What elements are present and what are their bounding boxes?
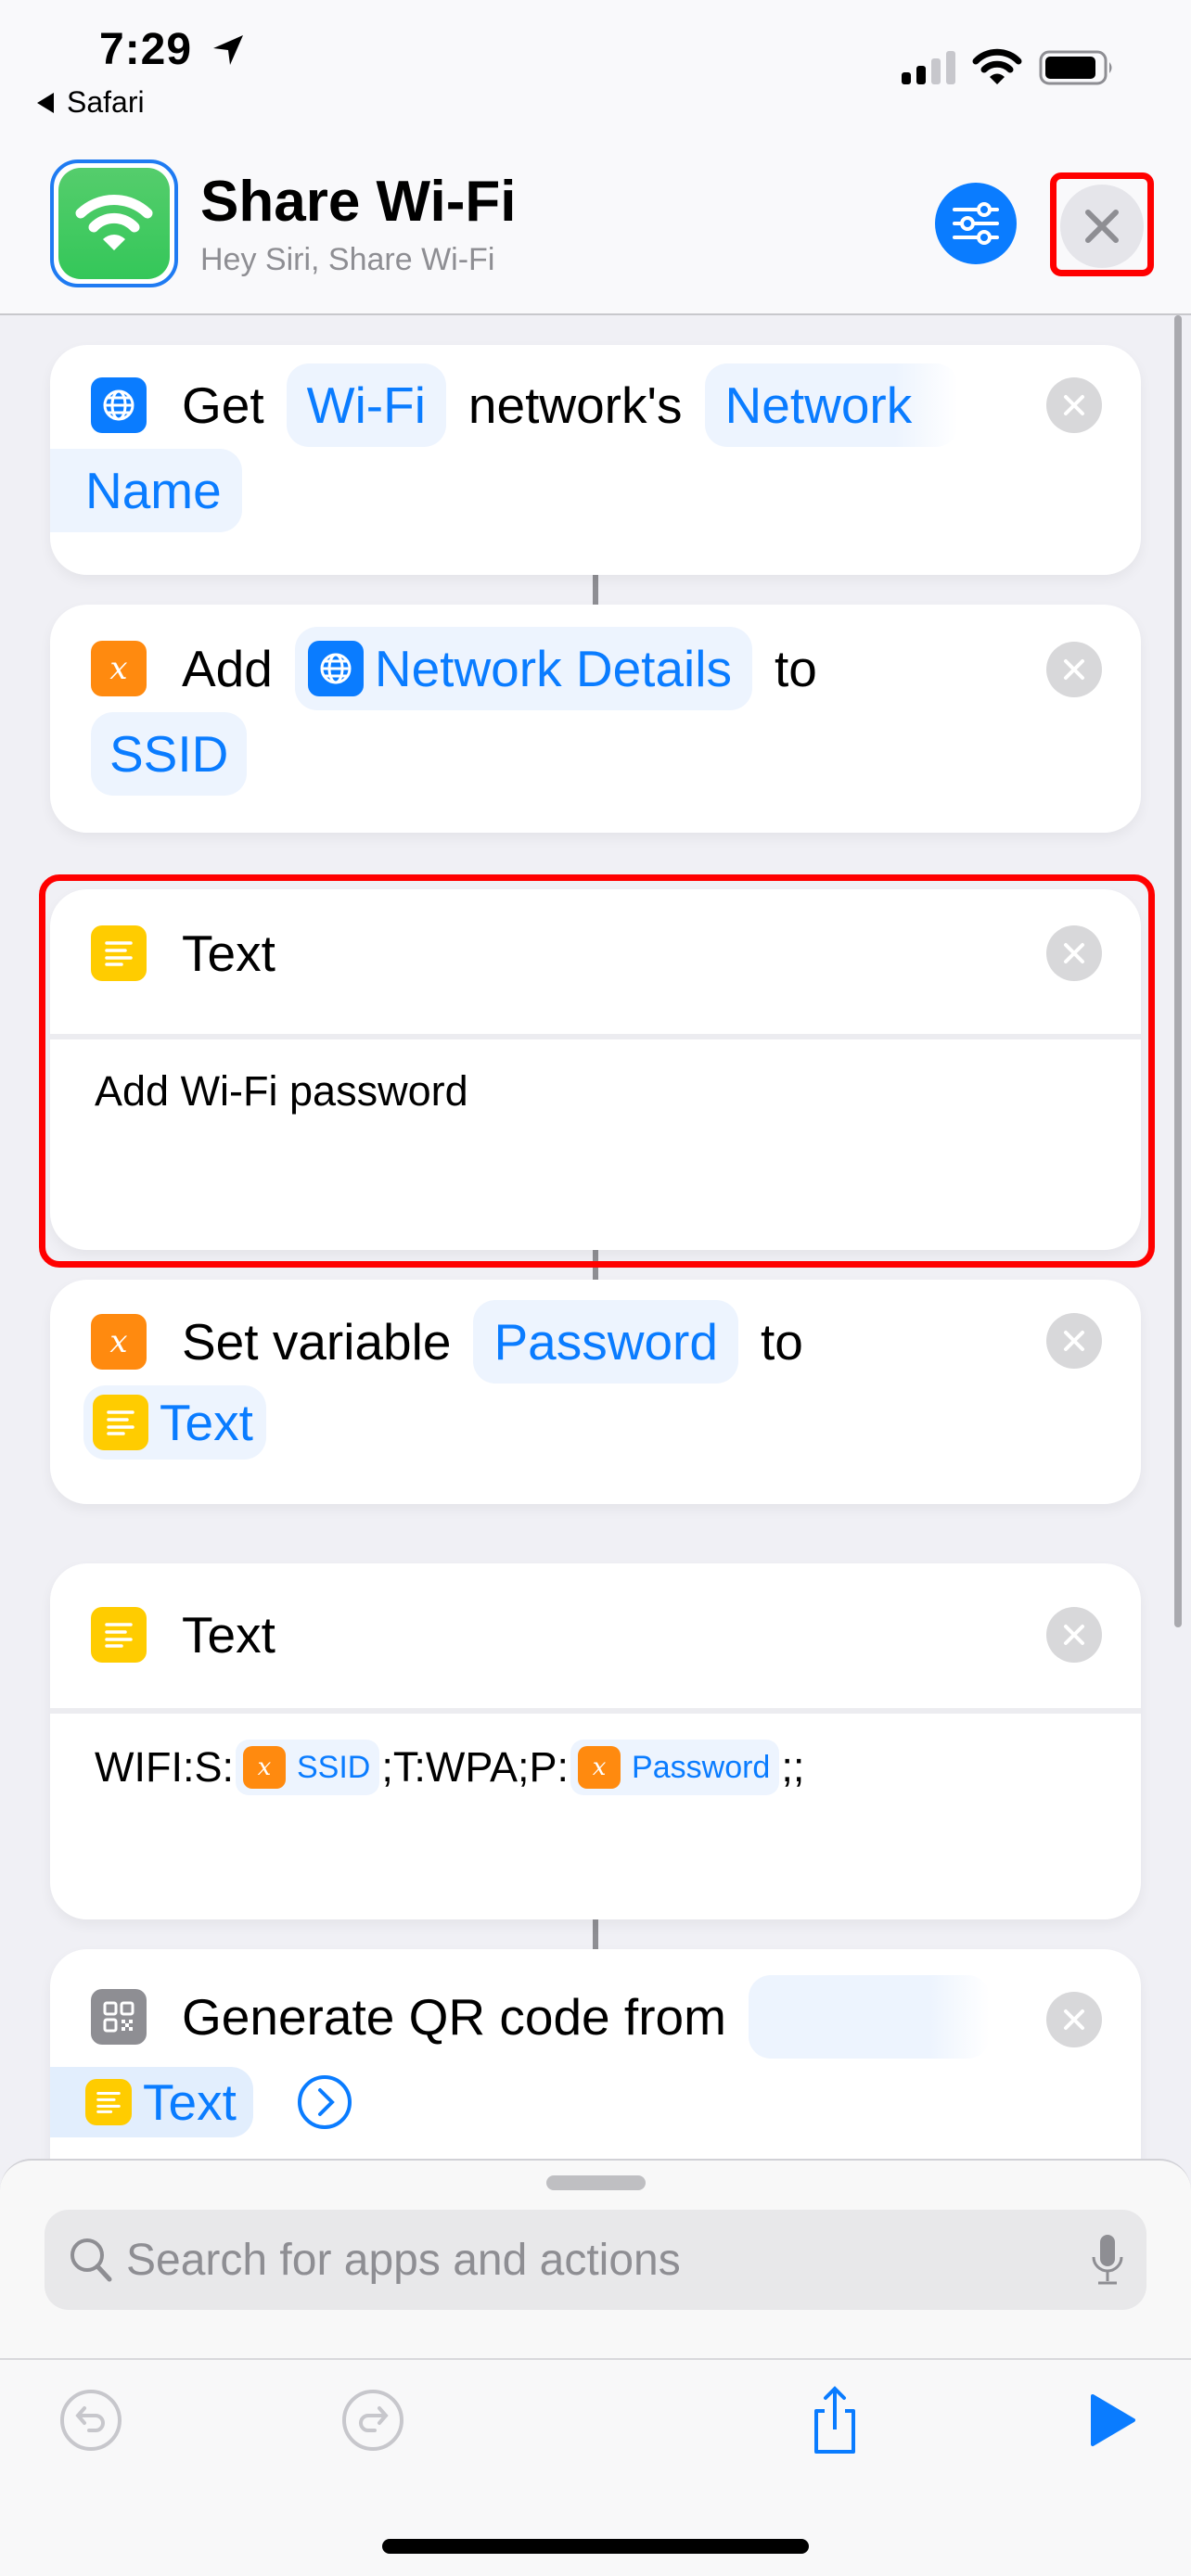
text-icon: [93, 1395, 148, 1450]
text-body-input[interactable]: Add Wi-Fi password: [95, 1067, 468, 1116]
microphone-icon[interactable]: [1089, 2233, 1126, 2287]
delete-action-button[interactable]: [1046, 377, 1102, 433]
card-divider: [50, 1034, 1141, 1039]
text-segment: WIFI:S:: [95, 1743, 234, 1791]
share-button[interactable]: [798, 2383, 872, 2457]
variable-icon: x: [91, 641, 147, 696]
action-connector: [593, 575, 598, 605]
close-icon: [1064, 1331, 1084, 1351]
action-text: to: [774, 640, 817, 697]
close-button[interactable]: [1060, 185, 1144, 268]
battery-icon: [1039, 50, 1112, 85]
undo-button[interactable]: [54, 2383, 128, 2457]
text-body-input[interactable]: WIFI:S: x SSID ;T:WPA;P: x Password ;;: [95, 1740, 804, 1795]
action-card-add-to-variable[interactable]: x Add Network Details to SSID: [50, 605, 1141, 833]
param-wifi[interactable]: Wi-Fi: [286, 363, 446, 447]
action-connector: [593, 1919, 598, 1949]
run-shortcut-button[interactable]: [1076, 2383, 1150, 2457]
action-card-text-wifi-string[interactable]: Text WIFI:S: x SSID ;T:WPA;P: x Password…: [50, 1563, 1141, 1919]
text-segment: ;T:WPA;P:: [381, 1743, 570, 1791]
search-field[interactable]: Search for apps and actions: [45, 2210, 1146, 2310]
text-icon: [85, 2079, 132, 2125]
sheet-grabber-handle[interactable]: [546, 2175, 646, 2190]
back-to-app-link[interactable]: Safari: [67, 85, 145, 120]
delete-action-button[interactable]: [1046, 925, 1102, 981]
vertical-scrollbar[interactable]: [1174, 315, 1182, 1627]
wifi-status-icon: [972, 48, 1022, 84]
close-icon: [1064, 1625, 1084, 1645]
action-card-set-variable[interactable]: x Set variable Password to Text: [50, 1280, 1141, 1504]
delete-action-button[interactable]: [1046, 1992, 1102, 2047]
cellular-signal-icon: [902, 51, 955, 84]
action-verb: Generate QR code from: [182, 1988, 726, 2046]
action-text: network's: [467, 376, 683, 434]
variable-label: SSID: [297, 1749, 371, 1785]
delete-action-button[interactable]: [1046, 1607, 1102, 1663]
text-segment: ;;: [781, 1743, 805, 1791]
delete-action-button[interactable]: [1046, 1313, 1102, 1369]
redo-button[interactable]: [336, 2383, 410, 2457]
shortcut-settings-button[interactable]: [935, 183, 1017, 264]
delete-action-button[interactable]: [1046, 642, 1102, 697]
param-network-name-cont[interactable]: Name: [50, 449, 242, 532]
action-title: Text: [182, 1606, 275, 1664]
variable-icon: x: [578, 1746, 621, 1789]
search-input[interactable]: Search for apps and actions: [126, 2235, 1089, 2286]
sliders-icon: [953, 202, 999, 245]
home-indicator: [382, 2539, 809, 2554]
location-arrow-icon: [213, 35, 243, 65]
param-text-variable[interactable]: Text: [50, 2067, 253, 2137]
undo-icon: [60, 2390, 122, 2451]
shortcut-title[interactable]: Share Wi-Fi: [200, 169, 517, 235]
close-icon: [1064, 659, 1084, 680]
play-icon: [1091, 2394, 1135, 2446]
chevron-right-circle-icon[interactable]: [296, 2073, 353, 2131]
action-verb: Get: [182, 376, 264, 434]
share-icon: [814, 2386, 855, 2454]
card-divider: [50, 1708, 1141, 1714]
globe-icon: [91, 377, 147, 433]
close-icon: [1064, 395, 1084, 415]
param-qr-input[interactable]: [748, 1975, 990, 2059]
param-label: Network Details: [374, 640, 732, 697]
back-triangle-icon[interactable]: [35, 91, 56, 115]
shortcut-app-icon[interactable]: [50, 159, 178, 287]
variable-icon: x: [243, 1746, 286, 1789]
param-ssid[interactable]: SSID: [91, 712, 248, 796]
redo-icon: [342, 2390, 403, 2451]
close-icon: [1085, 210, 1119, 243]
qr-code-icon: [91, 1989, 147, 2045]
action-card-text[interactable]: Text Add Wi-Fi password: [50, 889, 1141, 1250]
param-network-details[interactable]: Network Details: [294, 627, 752, 710]
param-label: Text: [160, 1394, 253, 1451]
action-text: to: [760, 1313, 803, 1371]
wifi-icon: [75, 195, 153, 250]
param-password[interactable]: Password: [473, 1300, 738, 1384]
variable-token-password[interactable]: x Password: [570, 1740, 780, 1795]
param-label: Text: [143, 2073, 237, 2131]
action-verb: Add: [182, 640, 273, 697]
variable-label: Password: [632, 1749, 771, 1785]
action-title: Text: [182, 925, 275, 982]
param-text-variable[interactable]: Text: [83, 1385, 266, 1460]
action-card-get-network-details[interactable]: Get Wi-Fi network's Network Name: [50, 345, 1141, 575]
action-verb: Set variable: [182, 1313, 452, 1371]
shortcut-subtitle: Hey Siri, Share Wi-Fi: [200, 242, 495, 277]
close-icon: [1064, 943, 1084, 963]
status-time: 7:29: [99, 25, 193, 74]
param-network-name[interactable]: Network: [704, 363, 959, 447]
text-icon: [91, 925, 147, 981]
search-icon: [70, 2238, 112, 2282]
globe-icon: [307, 641, 364, 696]
variable-token-ssid[interactable]: x SSID: [236, 1740, 380, 1795]
text-icon: [91, 1607, 147, 1663]
close-icon: [1064, 2009, 1084, 2030]
variable-icon: x: [91, 1314, 147, 1370]
